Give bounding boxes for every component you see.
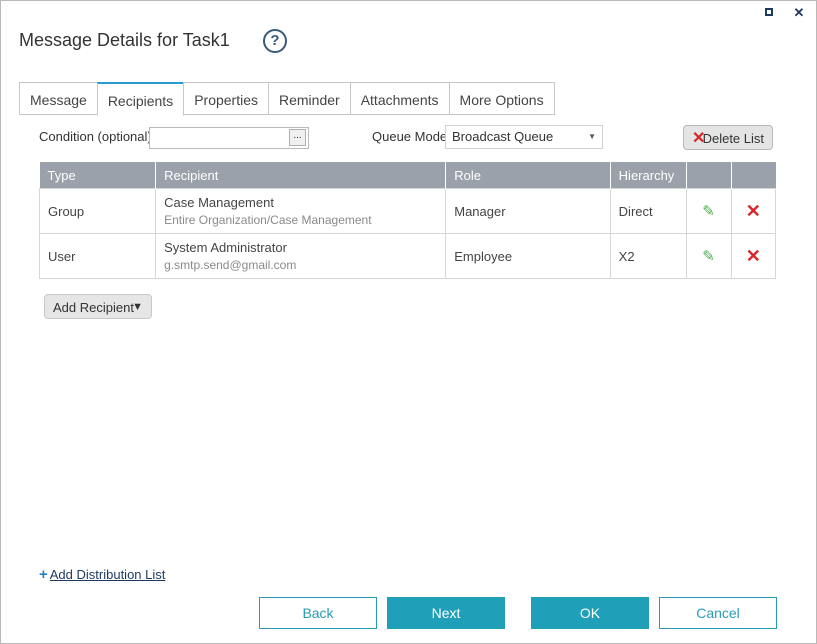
table-header-row: Type Recipient Role Hierarchy xyxy=(39,162,776,189)
cell-recipient: System Administrator g.smtp.send@gmail.c… xyxy=(155,233,447,279)
message-details-dialog: ✕ Message Details for Task1 ? Message Re… xyxy=(0,0,817,644)
tab-reminder[interactable]: Reminder xyxy=(268,82,351,115)
tab-message[interactable]: Message xyxy=(19,82,98,115)
maximize-button[interactable] xyxy=(764,7,776,19)
cell-recipient: Case Management Entire Organization/Case… xyxy=(155,188,447,234)
delete-list-label: Delete List xyxy=(702,131,764,146)
tab-recipients[interactable]: Recipients xyxy=(96,82,185,116)
queue-mode-value: Broadcast Queue xyxy=(452,129,554,144)
table-row: Group Case Management Entire Organizatio… xyxy=(38,188,777,234)
header-edit xyxy=(686,162,732,189)
add-recipient-button[interactable]: Add Recipient ▼ xyxy=(44,294,152,319)
cell-delete: ✕ xyxy=(730,233,777,279)
header-role: Role xyxy=(445,162,611,189)
recipients-table: Type Recipient Role Hierarchy Group Case… xyxy=(38,162,777,279)
cell-hierarchy: X2 xyxy=(609,233,687,279)
chevron-down-icon: ▼ xyxy=(588,132,596,141)
back-button[interactable]: Back xyxy=(259,597,377,629)
help-icon[interactable]: ? xyxy=(263,29,287,53)
cell-type: Group xyxy=(38,188,157,234)
delete-list-button[interactable]: ✕ Delete List xyxy=(683,125,773,150)
maximize-icon xyxy=(765,8,773,16)
tab-bar: Message Recipients Properties Reminder A… xyxy=(19,82,555,116)
add-recipient-label: Add Recipient xyxy=(53,300,134,315)
condition-input[interactable] xyxy=(149,127,309,149)
cancel-button[interactable]: Cancel xyxy=(659,597,777,629)
tab-attachments[interactable]: Attachments xyxy=(349,82,450,115)
cell-role: Employee xyxy=(445,233,611,279)
ok-button[interactable]: OK xyxy=(531,597,649,629)
tab-more-options[interactable]: More Options xyxy=(448,82,555,115)
cell-edit: ✎ xyxy=(685,233,732,279)
plus-icon: + xyxy=(39,566,48,583)
header-recipient: Recipient xyxy=(155,162,447,189)
pencil-icon[interactable]: ✎ xyxy=(695,202,723,220)
header-hierarchy: Hierarchy xyxy=(610,162,687,189)
table-row: User System Administrator g.smtp.send@gm… xyxy=(38,233,777,279)
add-distribution-list-link[interactable]: + Add Distribution List xyxy=(39,566,165,583)
condition-label: Condition (optional) xyxy=(39,129,152,144)
recipient-name: System Administrator xyxy=(164,240,287,255)
pencil-icon[interactable]: ✎ xyxy=(695,247,723,265)
header-delete xyxy=(731,162,776,189)
queue-mode-select[interactable]: Broadcast Queue ▼ xyxy=(445,125,603,149)
queue-mode-label: Queue Mode xyxy=(372,129,448,144)
delete-icon[interactable]: ✕ xyxy=(740,201,767,222)
close-button[interactable]: ✕ xyxy=(793,6,805,19)
cell-hierarchy: Direct xyxy=(609,188,687,234)
cell-type: User xyxy=(38,233,157,279)
cell-edit: ✎ xyxy=(685,188,732,234)
add-distribution-list-label: Add Distribution List xyxy=(49,567,166,582)
recipient-name: Case Management xyxy=(164,195,274,210)
condition-browse-button[interactable]: ... xyxy=(289,129,306,146)
delete-icon: ✕ xyxy=(692,130,706,147)
tab-properties[interactable]: Properties xyxy=(183,82,269,115)
recipient-email: g.smtp.send@gmail.com xyxy=(164,258,297,272)
next-button[interactable]: Next xyxy=(387,597,505,629)
cell-delete: ✕ xyxy=(730,188,777,234)
cell-role: Manager xyxy=(445,188,611,234)
recipient-path: Entire Organization/Case Management xyxy=(164,213,372,227)
header-type: Type xyxy=(39,162,157,189)
delete-icon[interactable]: ✕ xyxy=(740,246,767,267)
dropdown-arrow-icon: ▼ xyxy=(132,301,143,313)
dialog-title: Message Details for Task1 xyxy=(19,30,230,50)
